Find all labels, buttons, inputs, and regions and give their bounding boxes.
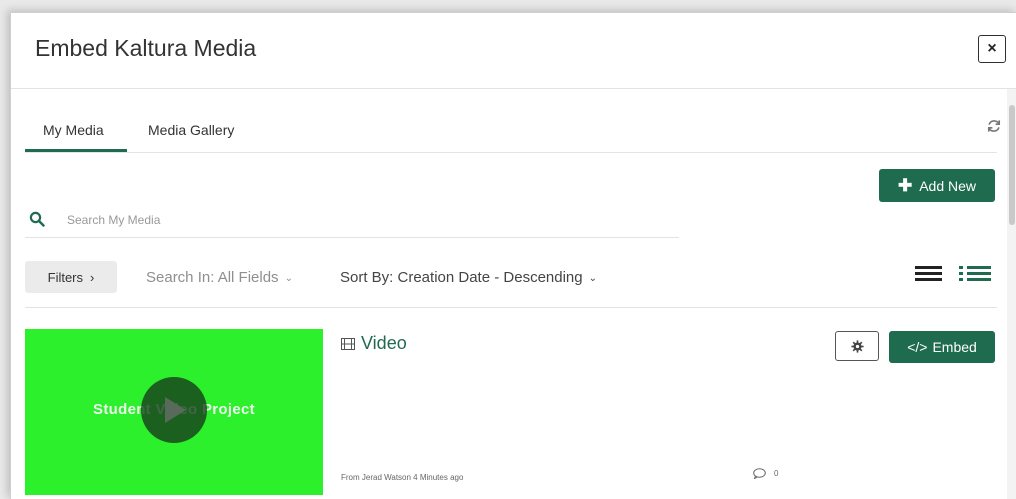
search-in-dropdown[interactable]: Search In: All Fields ⌄ [146,269,293,286]
chevron-down-icon: ⌄ [284,273,293,284]
filters-button[interactable]: Filters › [25,261,117,293]
dialog-body: My Media Media Gallery ✚ Add New Filte [11,89,1016,499]
comment-icon [753,468,766,479]
search-icon [29,211,45,227]
embed-label: Embed [932,339,977,355]
sort-by-label: Sort By: Creation Date - Descending [340,269,583,286]
search-input[interactable] [65,207,629,233]
dialog-title: Embed Kaltura Media [35,35,257,61]
gear-icon [850,339,864,353]
comment-count-value: 0 [774,469,779,478]
entry-meta: From Jerad Watson 4 Minutes ago [341,473,464,482]
chevron-down-icon: ⌄ [588,273,598,284]
sort-by-dropdown[interactable]: Sort By: Creation Date - Descending ⌄ [340,269,597,286]
close-button[interactable]: × [978,35,1006,63]
entry-title: Video [361,333,407,353]
list-view-icon[interactable] [915,263,942,283]
close-icon: × [987,40,997,57]
embed-button[interactable]: </> Embed [889,331,995,363]
video-thumbnail[interactable]: Student Video Project [25,329,323,495]
media-tabs: My Media Media Gallery [25,89,1001,153]
tab-media-gallery[interactable]: Media Gallery [148,122,234,138]
scrollbar[interactable] [1007,89,1016,499]
comment-count: 0 [753,468,778,479]
filters-label: Filters [47,269,84,285]
add-new-label: Add New [919,177,977,194]
embed-media-dialog: Embed Kaltura Media × My Media Media Gal… [10,12,1016,499]
filter-toolbar: Filters › Search In: All Fields ⌄ Sort By… [25,261,997,308]
search-bar [25,201,679,238]
refresh-icon[interactable] [985,117,1003,135]
settings-button[interactable] [835,331,879,361]
chevron-right-icon: › [90,269,95,285]
active-tab-indicator [25,149,127,152]
dialog-header: Embed Kaltura Media × [11,13,1016,89]
scrollbar-thumb[interactable] [1009,105,1015,225]
plus-icon: ✚ [897,176,913,195]
add-new-button[interactable]: ✚ Add New [879,169,995,202]
tab-my-media[interactable]: My Media [43,122,104,138]
media-entry: Student Video Project Video From Jerad W… [25,327,997,499]
play-icon[interactable] [141,377,207,443]
entry-title-link[interactable]: Video [341,333,407,354]
detailed-view-icon[interactable] [959,263,991,283]
code-icon: </> [907,339,928,355]
film-icon [341,337,355,350]
search-in-label: Search In: All Fields [146,269,279,286]
play-triangle-icon [165,397,186,423]
